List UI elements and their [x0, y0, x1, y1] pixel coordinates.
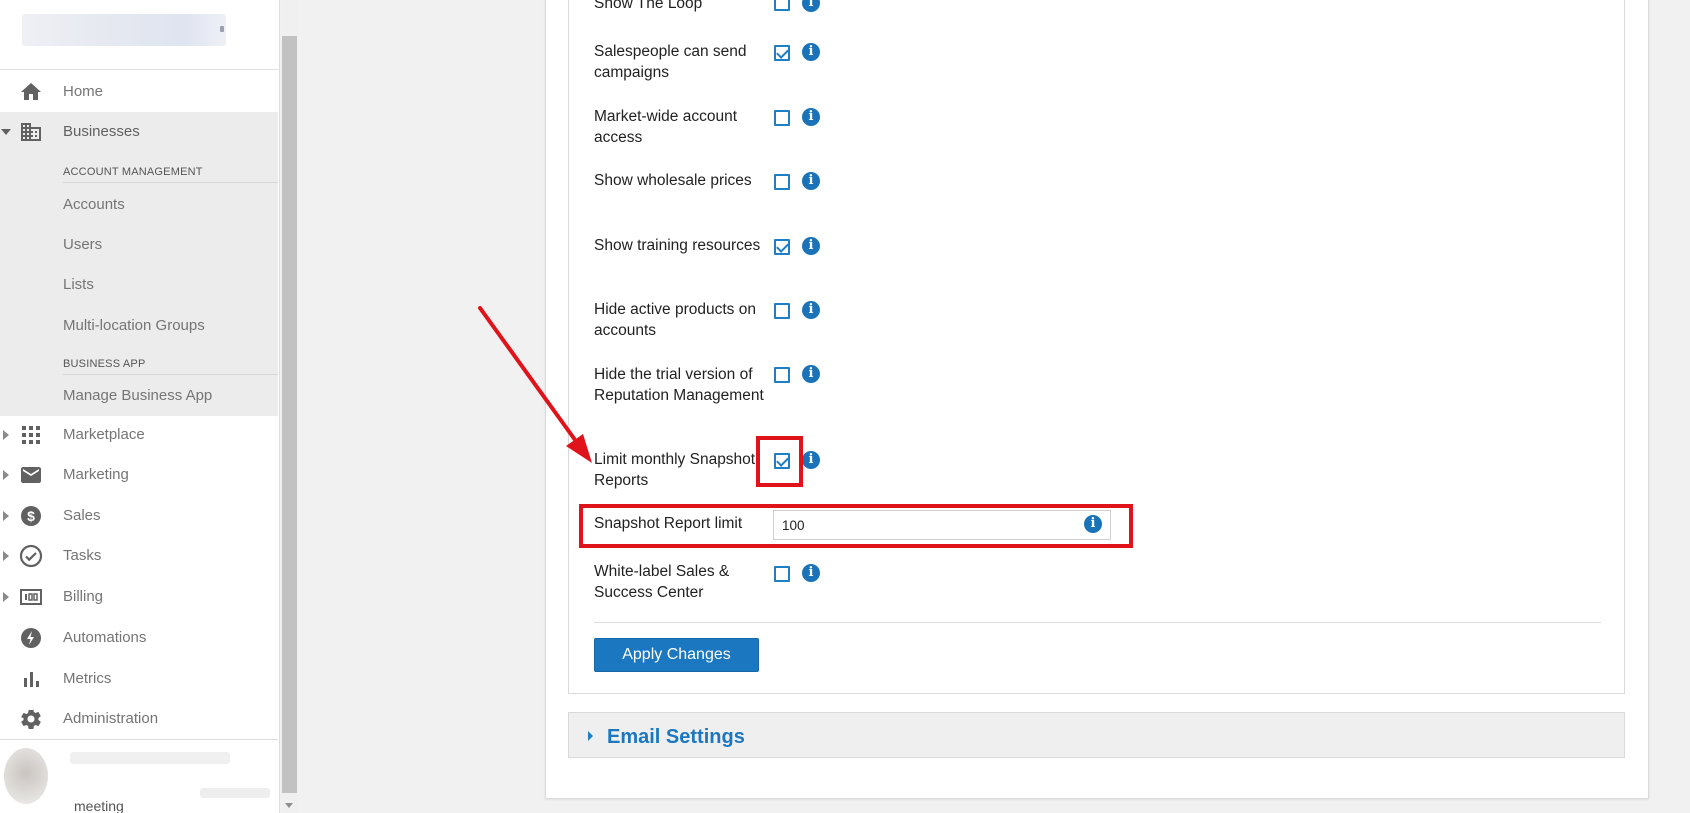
svg-text:$: $ [27, 508, 35, 524]
nav-item-automations[interactable]: Automations [0, 618, 280, 658]
footer-text: meeting [74, 798, 124, 813]
info-icon[interactable]: i [802, 365, 820, 383]
nav-item-label: Billing [63, 588, 104, 605]
home-icon [19, 80, 43, 104]
chevron-down-icon [1, 129, 11, 135]
info-icon[interactable]: i [802, 172, 820, 190]
setting-label-hide-trial-reputation: Hide the trial version of Reputation Man… [594, 366, 764, 404]
setting-label-white-label: White-label Sales & Success Center [594, 563, 730, 601]
nav-item-marketplace[interactable]: Marketplace [0, 415, 280, 455]
email-settings-title: Email Settings [607, 726, 745, 748]
annotation-highlight-checkbox [756, 436, 803, 487]
info-icon[interactable]: i [802, 108, 820, 126]
setting-label-show-the-loop: Show The Loop [594, 0, 703, 12]
sidebar: Home Businesses ACCOUNT MANAGEMENT Accou… [0, 0, 280, 813]
gear-icon [19, 707, 43, 731]
nav-item-sales[interactable]: $ Sales [0, 496, 280, 536]
sidebar-scrollbar[interactable] [281, 0, 298, 813]
checkbox-show-training-resources[interactable] [774, 239, 790, 255]
setting-label-limit-snapshot-reports: Limit monthly Snapshot Reports [594, 451, 756, 489]
business-icon [19, 120, 43, 144]
info-icon[interactable]: i [802, 237, 820, 255]
setting-label-market-wide-access: Market-wide account access [594, 108, 738, 146]
info-icon[interactable]: i [802, 451, 820, 469]
nav-item-home[interactable]: Home [0, 72, 280, 112]
divider [63, 374, 278, 375]
nav-item-label: Metrics [63, 670, 112, 687]
checkbox-salespeople-campaigns[interactable] [774, 45, 790, 61]
apply-changes-button[interactable]: Apply Changes [594, 638, 759, 672]
submenu-item-lists[interactable]: Lists [63, 276, 94, 293]
checkbox-hide-trial-reputation[interactable] [774, 367, 790, 383]
setting-label-show-training-resources: Show training resources [594, 237, 761, 254]
info-icon[interactable]: i [802, 43, 820, 61]
avatar[interactable] [4, 748, 48, 804]
nav-item-label: Marketplace [63, 426, 145, 443]
annotation-highlight-limit-row [579, 504, 1133, 548]
account-management-header: ACCOUNT MANAGEMENT [63, 166, 203, 178]
setting-label-show-wholesale-prices: Show wholesale prices [594, 172, 752, 189]
setting-label-hide-active-products: Hide active products on accounts [594, 301, 756, 339]
submenu-item-accounts[interactable]: Accounts [63, 196, 125, 213]
nav-item-marketing[interactable]: Marketing [0, 455, 280, 495]
chevron-right-icon [3, 592, 9, 602]
info-icon[interactable]: i [802, 301, 820, 319]
submenu-item-multi-location-groups[interactable]: Multi-location Groups [63, 317, 205, 334]
brand-logo[interactable] [0, 0, 280, 70]
nav-item-administration[interactable]: Administration [0, 699, 280, 739]
envelope-icon [19, 463, 43, 487]
user-meta-blurred [200, 788, 270, 798]
nav-item-label: Sales [63, 507, 101, 524]
bolt-icon [19, 626, 43, 650]
check-circle-icon [19, 544, 43, 568]
user-name-blurred [70, 752, 230, 764]
nav-item-businesses[interactable]: Businesses [0, 112, 280, 152]
nav-item-label: Administration [63, 710, 159, 727]
scrollbar-thumb[interactable] [282, 36, 297, 793]
submenu-item-manage-business-app[interactable]: Manage Business App [63, 387, 212, 404]
chevron-right-icon [3, 551, 9, 561]
checkbox-white-label[interactable] [774, 566, 790, 582]
scroll-down-arrow-icon[interactable] [285, 803, 293, 808]
nav-item-label: Automations [63, 629, 147, 646]
businesses-submenu [0, 112, 278, 416]
divider [0, 739, 278, 740]
nav-item-label: Marketing [63, 466, 129, 483]
apps-grid-icon [19, 423, 43, 447]
email-settings-section[interactable]: Email Settings [568, 712, 1625, 758]
chevron-right-icon [3, 430, 9, 440]
submenu-item-users[interactable]: Users [63, 236, 102, 253]
nav-item-label: Home [63, 83, 104, 100]
nav-item-label: Tasks [63, 547, 102, 564]
billing-icon [19, 585, 43, 609]
business-app-header: BUSINESS APP [63, 358, 146, 370]
divider [63, 182, 278, 183]
nav-item-label: Businesses [63, 123, 140, 140]
setting-label-salespeople-campaigns: Salespeople can send campaigns [594, 43, 747, 81]
checkbox-show-wholesale-prices[interactable] [774, 174, 790, 190]
nav-item-metrics[interactable]: Metrics [0, 659, 280, 699]
bar-chart-icon [19, 667, 43, 691]
nav-item-tasks[interactable]: Tasks [0, 536, 280, 576]
divider [594, 622, 1601, 623]
info-icon[interactable]: i [802, 564, 820, 582]
checkbox-market-wide-access[interactable] [774, 110, 790, 126]
chevron-right-icon [3, 470, 9, 480]
checkbox-hide-active-products[interactable] [774, 303, 790, 319]
nav-item-billing[interactable]: Billing [0, 577, 280, 617]
chevron-right-icon [3, 511, 9, 521]
dollar-icon: $ [19, 504, 43, 528]
checkbox-show-the-loop[interactable] [774, 0, 790, 11]
chevron-right-icon [588, 731, 593, 741]
